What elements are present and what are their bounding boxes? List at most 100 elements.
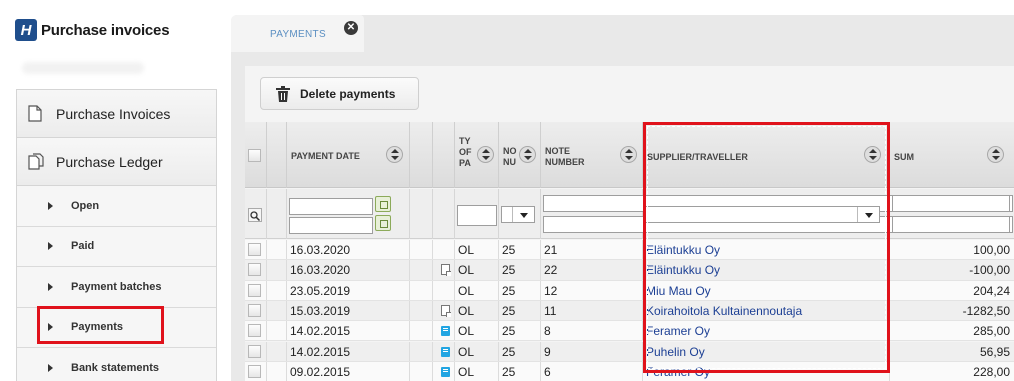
- type-cell: OL: [455, 280, 499, 300]
- select-all-checkbox[interactable]: [248, 149, 261, 162]
- row-icon-cell: [433, 280, 455, 300]
- tab-label: PAYMENTS: [270, 29, 326, 40]
- type-cell: OL: [455, 260, 499, 280]
- attachment-icon[interactable]: [441, 346, 450, 357]
- sum-filter-to[interactable]: [892, 216, 1010, 233]
- column-label: SUM: [894, 152, 914, 162]
- delete-payments-button[interactable]: Delete payments: [260, 77, 419, 110]
- type-cell: OL: [455, 321, 499, 341]
- supplier-column-selection: [647, 126, 886, 369]
- row-select-cell: [245, 341, 267, 361]
- type-cell: OL: [455, 361, 499, 381]
- filter-search-cell: [245, 189, 267, 239]
- no-filter-select[interactable]: [501, 206, 535, 223]
- sort-icon[interactable]: [987, 146, 1004, 163]
- column-header-icon2: [433, 122, 455, 188]
- empty-cell: [267, 240, 287, 260]
- table-row[interactable]: 14.02.2015 OL 25 8 Feramer Oy 285,00: [245, 321, 1014, 342]
- row-checkbox[interactable]: [248, 364, 261, 378]
- note-number-cell: 8: [541, 321, 643, 341]
- row-checkbox[interactable]: [248, 283, 261, 297]
- sum-cell: 228,00: [973, 364, 1010, 379]
- column-header-note-number[interactable]: NOTE NUMBER: [541, 122, 643, 188]
- chevron-down-icon: [512, 207, 534, 222]
- filter-note-number: [541, 189, 1013, 239]
- payment-date-cell: 15.03.2019: [287, 300, 410, 321]
- header-spacer: [267, 122, 287, 188]
- sidebar-item-bank-statements[interactable]: Bank statements: [17, 348, 216, 381]
- row-checkbox[interactable]: [248, 324, 261, 338]
- row-select-cell: [245, 240, 267, 260]
- column-header-payment-date[interactable]: PAYMENT DATE: [287, 122, 410, 188]
- app-brand: H Purchase invoices: [15, 18, 170, 42]
- memo-icon[interactable]: [441, 304, 451, 317]
- calendar-icon[interactable]: [375, 215, 391, 231]
- filter-sum: [890, 189, 1014, 239]
- tab-payments[interactable]: PAYMENTS ✕: [231, 15, 364, 52]
- column-header-icon1: [410, 122, 433, 188]
- sum-cell: -100,00: [969, 263, 1010, 278]
- sum-cell: 100,00: [973, 243, 1010, 257]
- sidebar-item-paid[interactable]: Paid: [17, 226, 216, 267]
- attachment-icon[interactable]: [441, 326, 450, 337]
- sidebar-item-label: Purchase Invoices: [56, 105, 171, 122]
- note-number-cell: 22: [541, 260, 643, 280]
- sort-icon[interactable]: [477, 146, 494, 163]
- empty-cell: [267, 361, 287, 381]
- sidebar-item-purchase-invoices[interactable]: Purchase Invoices: [17, 90, 216, 138]
- empty-cell: [267, 321, 287, 341]
- sidebar-item-payment-batches[interactable]: Payment batches: [17, 267, 216, 308]
- empty-cell: [410, 341, 433, 361]
- payment-date-cell: 16.03.2020: [287, 260, 410, 280]
- column-header-type[interactable]: TY OF PA: [455, 122, 499, 188]
- row-checkbox[interactable]: [248, 263, 261, 277]
- type-cell: OL: [455, 300, 499, 321]
- date-to-input[interactable]: [289, 217, 373, 234]
- empty-cell: [267, 341, 287, 361]
- table-row[interactable]: 23.05.2019 OL 25 12 Miu Mau Oy 204,24: [245, 280, 1014, 301]
- table-row[interactable]: 09.02.2015 OL 25 6 Feramer Oy 228,00: [245, 361, 1014, 381]
- type-filter-input[interactable]: [457, 205, 497, 226]
- sort-icon[interactable]: [386, 146, 403, 163]
- search-icon[interactable]: [248, 208, 262, 222]
- close-tab-icon[interactable]: ✕: [344, 21, 358, 35]
- column-header-no[interactable]: NO NU: [499, 122, 541, 188]
- table-header: PAYMENT DATE TY OF PA NO NU NOTE NUMBER …: [245, 122, 1014, 188]
- sidebar-item-label: Bank statements: [71, 361, 160, 374]
- row-icon-cell: [433, 240, 455, 260]
- date-from-input[interactable]: [289, 198, 373, 215]
- row-checkbox[interactable]: [248, 344, 261, 358]
- row-icon-cell: [433, 361, 455, 381]
- table-row[interactable]: 16.03.2020 OL 25 22 Eläintukku Oy -100,00: [245, 260, 1014, 281]
- empty-cell: [267, 280, 287, 300]
- sidebar-item-open[interactable]: Open: [17, 186, 216, 227]
- column-header-sum[interactable]: SUM: [890, 122, 1014, 188]
- filter-type: [455, 189, 499, 239]
- table-row[interactable]: 16.03.2020 OL 25 21 Eläintukku Oy 100,00: [245, 240, 1014, 261]
- documents-icon: [28, 153, 44, 170]
- sidebar-item-purchase-ledger[interactable]: Purchase Ledger: [17, 138, 216, 186]
- payment-date-cell: 23.05.2019: [287, 280, 410, 300]
- caret-right-icon: [48, 363, 53, 372]
- column-label: TY OF PA: [459, 136, 472, 168]
- row-checkbox[interactable]: [248, 303, 261, 317]
- no-cell: 25: [499, 300, 541, 321]
- row-checkbox[interactable]: [248, 243, 261, 256]
- memo-icon[interactable]: [441, 264, 451, 277]
- empty-cell: [267, 260, 287, 280]
- empty-cell: [410, 361, 433, 381]
- sum-filter-from[interactable]: [892, 195, 1010, 212]
- sort-icon[interactable]: [519, 146, 536, 163]
- empty-cell: [410, 300, 433, 321]
- note-number-cell: 6: [541, 361, 643, 381]
- empty-cell: [410, 240, 433, 260]
- calendar-icon[interactable]: [375, 196, 391, 212]
- attachment-icon[interactable]: [441, 366, 450, 377]
- table-row[interactable]: 15.03.2019 OL 25 11 Koirahoitola Kultainenno…: [245, 300, 1014, 322]
- sort-icon[interactable]: [620, 146, 637, 163]
- table-row[interactable]: 14.02.2015 OL 25 9 Puhelin Oy 56,95: [245, 341, 1014, 362]
- note-number-cell: 11: [541, 300, 643, 321]
- empty-cell: [410, 280, 433, 300]
- select-all-cell: [245, 122, 267, 188]
- no-cell: 25: [499, 260, 541, 280]
